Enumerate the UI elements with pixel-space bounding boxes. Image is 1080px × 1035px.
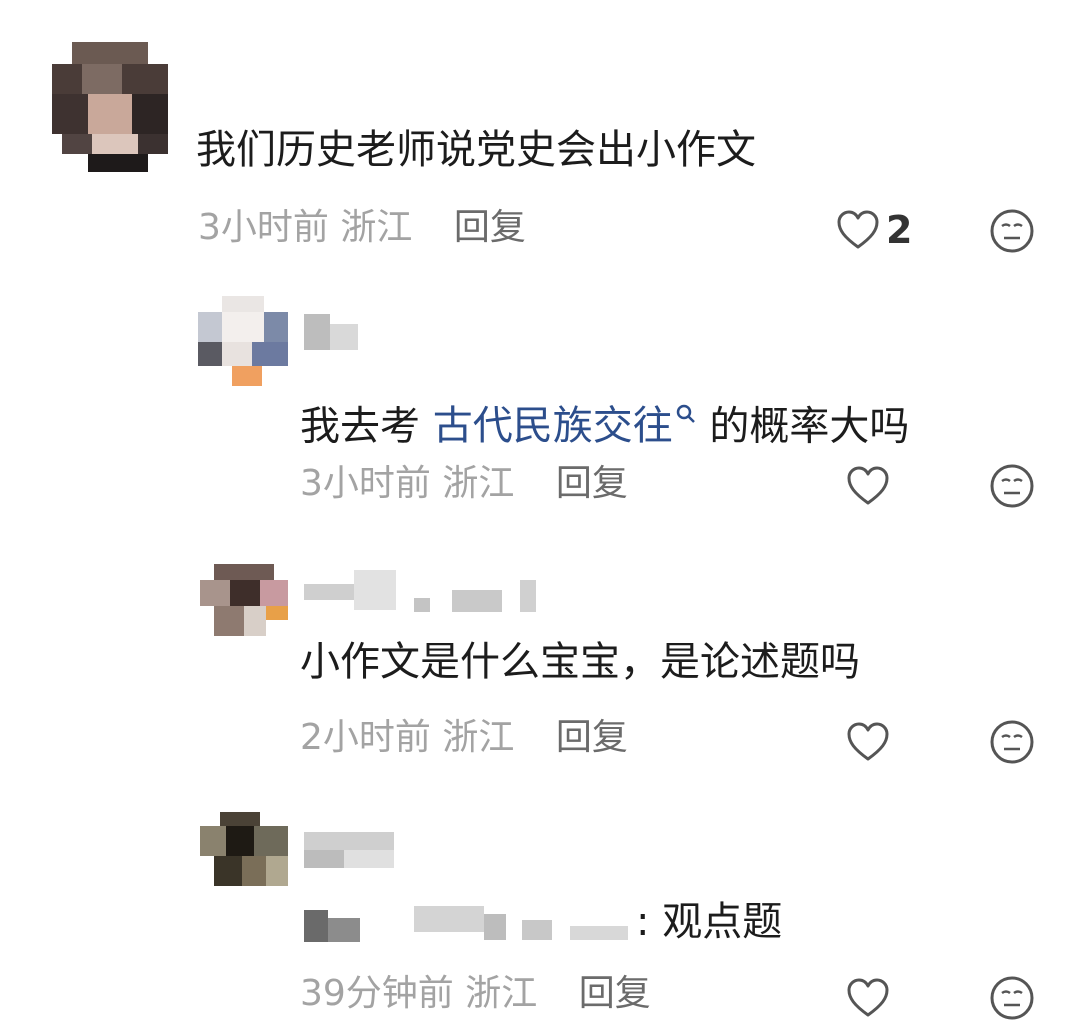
- heart-outline-icon[interactable]: [846, 978, 890, 1018]
- topic-link-label: 古代民族交往: [432, 403, 673, 450]
- neutral-face-icon[interactable]: [989, 463, 1035, 509]
- search-icon: [675, 388, 697, 423]
- comment-location: 浙江: [465, 973, 538, 1014]
- like-button[interactable]: 2: [836, 208, 912, 252]
- heart-outline-icon[interactable]: [846, 466, 890, 506]
- comment-time: 3小时前: [300, 463, 431, 504]
- comment-meta: 39分钟前 浙江 回复: [300, 972, 651, 1016]
- like-count: 2: [886, 208, 913, 252]
- comment-location: 浙江: [442, 717, 515, 758]
- avatar[interactable]: [198, 296, 288, 386]
- reply-button[interactable]: 回复: [454, 207, 526, 248]
- text-segment: 的概率大吗: [696, 403, 910, 450]
- reply-button[interactable]: 回复: [556, 717, 628, 758]
- username-blurred: [304, 568, 540, 616]
- comment-text: 我们历史老师说党史会出小作文: [196, 127, 756, 173]
- avatar[interactable]: [200, 564, 288, 636]
- comment-time: 2小时前: [300, 717, 431, 758]
- comment-text: : 观点题: [636, 899, 783, 945]
- avatar[interactable]: [52, 42, 168, 172]
- text-segment: 我去考: [300, 403, 433, 450]
- comment-location: 浙江: [442, 463, 515, 504]
- comment: 我们历史老师说党史会出小作文 3小时前 浙江 回复 2: [0, 0, 1080, 270]
- quoted-user-blurred: [304, 904, 634, 944]
- reply-comment: 我去考 古代民族交往 的概率大吗 3小时前 浙江 回复: [0, 270, 1080, 530]
- comment-time: 39分钟前: [300, 973, 454, 1014]
- comment-meta: 2小时前 浙江 回复: [300, 716, 628, 760]
- neutral-face-icon[interactable]: [989, 208, 1035, 254]
- heart-outline-icon: [836, 210, 880, 250]
- neutral-face-icon[interactable]: [989, 975, 1035, 1021]
- reply-comment: : 观点题 39分钟前 浙江 回复: [0, 786, 1080, 1035]
- username-blurred: [304, 314, 358, 350]
- comment-time: 3小时前: [198, 207, 329, 248]
- avatar[interactable]: [200, 812, 288, 886]
- topic-link[interactable]: 古代民族交往: [433, 403, 697, 449]
- reply-button[interactable]: 回复: [556, 463, 628, 504]
- comment-text: 我去考 古代民族交往 的概率大吗: [300, 388, 909, 450]
- comment-text: 小作文是什么宝宝，是论述题吗: [300, 639, 860, 685]
- comment-meta: 3小时前 浙江 回复: [198, 206, 526, 250]
- neutral-face-icon[interactable]: [989, 719, 1035, 765]
- reply-button[interactable]: 回复: [579, 973, 651, 1014]
- comment-meta: 3小时前 浙江 回复: [300, 462, 628, 506]
- username-blurred: [304, 832, 394, 868]
- heart-outline-icon[interactable]: [846, 722, 890, 762]
- comment-location: 浙江: [340, 207, 413, 248]
- reply-comment: 小作文是什么宝宝，是论述题吗 2小时前 浙江 回复: [0, 530, 1080, 786]
